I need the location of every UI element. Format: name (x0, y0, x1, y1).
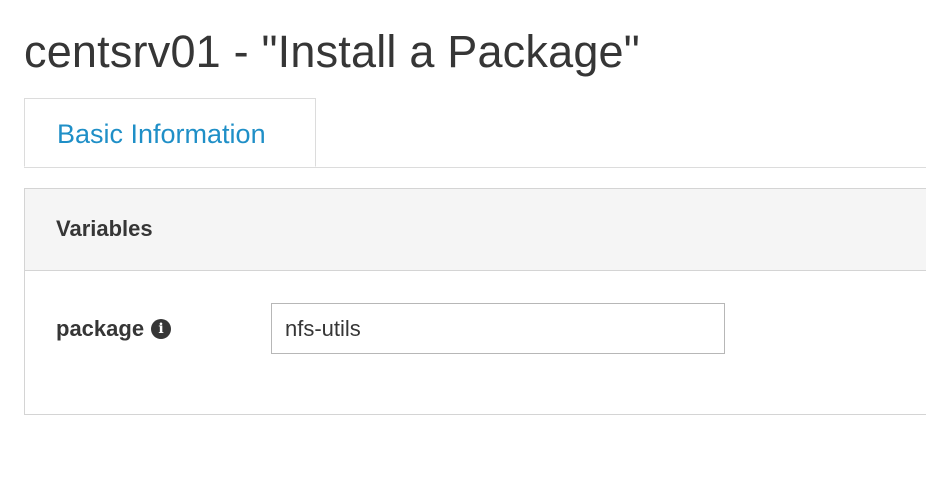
tab-label: Basic Information (57, 119, 266, 149)
info-icon[interactable]: i (151, 319, 172, 339)
variables-panel-header: Variables (25, 189, 926, 271)
tab-basic-information[interactable]: Basic Information (24, 98, 316, 167)
page-title: centsrv01 - "Install a Package" (24, 26, 640, 77)
package-label-text: package (56, 316, 145, 341)
variables-panel-title: Variables (56, 216, 153, 241)
package-field-label: package i (56, 316, 172, 342)
variables-panel: Variables package i (24, 188, 926, 415)
tab-bar: Basic Information (24, 98, 926, 168)
package-input[interactable] (271, 303, 725, 354)
